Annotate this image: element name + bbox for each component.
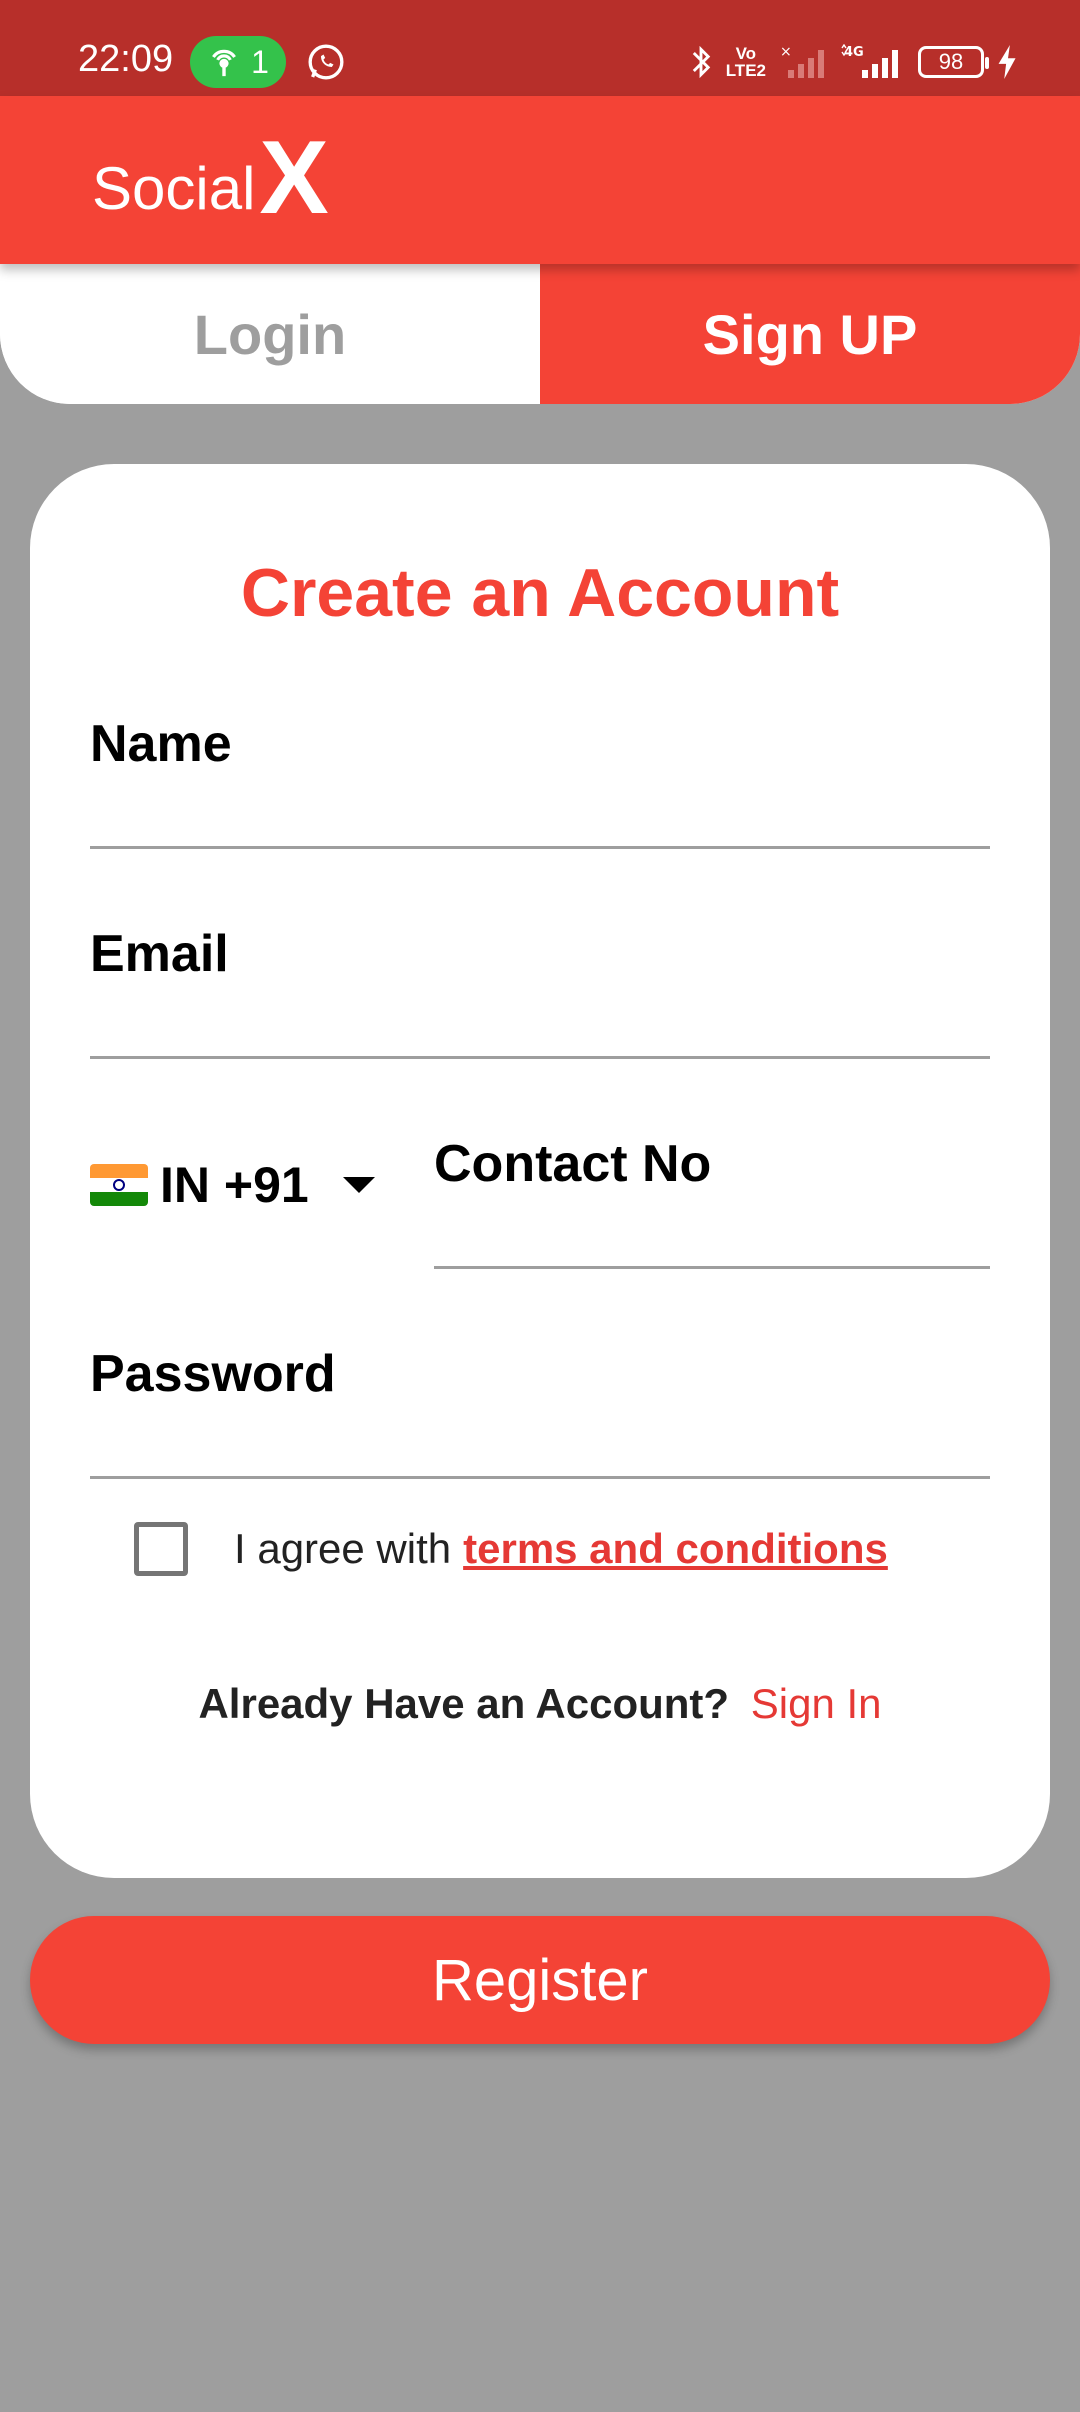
name-underline bbox=[90, 846, 990, 849]
terms-checkbox[interactable] bbox=[134, 1522, 188, 1576]
terms-agreement: I agree with terms and conditions bbox=[134, 1522, 888, 1576]
charging-icon bbox=[998, 45, 1016, 79]
signal-sim2-icon: 4G bbox=[841, 44, 898, 78]
already-have-account-text: Already Have an Account? bbox=[198, 1680, 730, 1727]
status-time: 22:09 bbox=[78, 38, 174, 80]
hotspot-indicator[interactable]: 1 bbox=[190, 36, 286, 88]
email-label: Email bbox=[90, 925, 229, 983]
password-field[interactable]: Password bbox=[90, 1344, 990, 1480]
svg-text:4G: 4G bbox=[844, 45, 864, 60]
signup-card: Create an Account Name Email IN +91 Cont… bbox=[30, 464, 1050, 1878]
agree-text: I agree with bbox=[234, 1525, 452, 1572]
password-underline bbox=[90, 1476, 990, 1479]
tab-signup[interactable]: Sign UP bbox=[540, 264, 1080, 404]
email-field[interactable]: Email bbox=[90, 924, 990, 1060]
whatsapp-icon bbox=[308, 44, 344, 80]
volte-icon: Vo LTE2 bbox=[725, 44, 766, 80]
app-logo: Social X bbox=[92, 120, 329, 236]
country-code: IN +91 bbox=[160, 1157, 309, 1213]
auth-tabs: Login Sign UP bbox=[0, 264, 1080, 404]
battery-indicator: 98 bbox=[918, 46, 989, 78]
contact-label: Contact No bbox=[434, 1135, 712, 1193]
name-field[interactable]: Name bbox=[90, 714, 990, 850]
status-icons: Vo LTE2 × 4G 98 bbox=[690, 38, 1018, 86]
password-label: Password bbox=[90, 1345, 336, 1403]
email-underline bbox=[90, 1056, 990, 1059]
terms-link[interactable]: terms and conditions bbox=[463, 1525, 888, 1573]
brand-x-text: X bbox=[259, 120, 329, 236]
sign-in-link[interactable]: Sign In bbox=[751, 1680, 882, 1727]
bluetooth-icon bbox=[692, 45, 710, 79]
hotspot-count: 1 bbox=[251, 43, 269, 80]
name-label: Name bbox=[90, 715, 232, 773]
app-bar: Social X bbox=[0, 96, 1080, 264]
signal-sim1-icon: × bbox=[780, 44, 824, 78]
phone-row: IN +91 Contact No bbox=[90, 1134, 990, 1274]
chevron-down-icon bbox=[342, 1177, 375, 1193]
register-button[interactable]: Register bbox=[30, 1916, 1050, 2044]
brand-social-text: Social bbox=[92, 155, 256, 222]
battery-level: 98 bbox=[938, 49, 964, 74]
contact-underline bbox=[434, 1266, 990, 1269]
india-flag-icon bbox=[90, 1164, 148, 1206]
page-title: Create an Account bbox=[240, 555, 840, 631]
status-bar: 22:09 1 Vo LTE2 × 4G 98 bbox=[0, 0, 1080, 96]
contact-field[interactable]: Contact No bbox=[434, 1134, 990, 1274]
svg-text:×: × bbox=[780, 44, 792, 60]
tab-login[interactable]: Login bbox=[0, 264, 540, 404]
country-code-picker[interactable]: IN +91 bbox=[90, 1156, 375, 1214]
hotspot-icon bbox=[212, 49, 237, 77]
signin-prompt: Already Have an Account? Sign In bbox=[30, 1680, 1050, 1728]
